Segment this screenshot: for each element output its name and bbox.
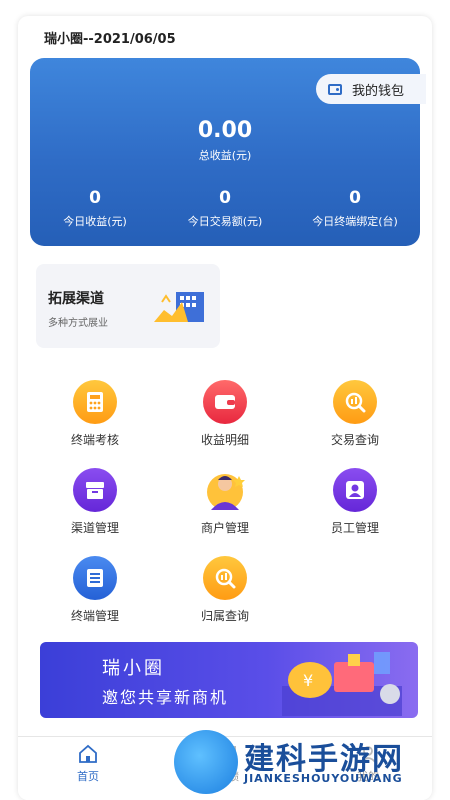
today-terminals-label: 今日终端绑定(台) (312, 215, 398, 228)
page-title: 瑞小圈--2021/06/05 (44, 32, 176, 47)
menu-attribution-query[interactable]: 归属查询 (165, 556, 285, 624)
promo-banner[interactable]: 瑞小圈 邀您共享新商机 ¥ (40, 642, 418, 718)
tab-label: 首页 (77, 770, 99, 783)
menu-merchant-management[interactable]: 商户管理 (165, 468, 285, 536)
menu-label: 终端管理 (70, 609, 119, 623)
menu-channel-management[interactable]: 渠道管理 (35, 468, 155, 536)
menu-label: 渠道管理 (70, 521, 119, 535)
calculator-icon (73, 380, 117, 424)
watermark-subtext: JIANKESHOUYOUWANG (244, 772, 403, 785)
svg-text:¥: ¥ (303, 671, 313, 690)
menu-transaction-query[interactable]: 交易查询 (295, 380, 415, 448)
search-chart-icon (203, 556, 247, 600)
today-transactions-label: 今日交易额(元) (187, 215, 263, 228)
tab-home[interactable]: 首页 (38, 743, 138, 784)
wallet-icon (328, 83, 342, 95)
menu-terminal-assessment[interactable]: 终端考核 (35, 380, 155, 448)
merchant-icon (203, 468, 247, 512)
menu-label: 员工管理 (330, 521, 379, 535)
today-earnings-stat: 0 今日收益(元) (30, 188, 160, 229)
wallet-icon (203, 380, 247, 424)
menu-earnings-detail[interactable]: 收益明细 (165, 380, 285, 448)
expand-channel-subtitle: 多种方式展业 (48, 318, 108, 329)
total-earnings-label: 总收益(元) (198, 149, 252, 162)
menu-staff-management[interactable]: 员工管理 (295, 468, 415, 536)
search-chart-icon (333, 380, 377, 424)
box-icon (73, 468, 117, 512)
today-earnings-label: 今日收益(元) (63, 215, 127, 228)
site-watermark: 建科手游网 JIANKESHOUYOUWANG (170, 726, 450, 800)
growth-chart-icon (154, 292, 204, 322)
today-terminals-value: 0 (349, 188, 361, 208)
my-wallet-label: 我的钱包 (352, 83, 405, 99)
expand-channel-card[interactable]: 拓展渠道 多种方式展业 (36, 264, 220, 348)
today-transactions-value: 0 (219, 188, 231, 208)
menu-terminal-management[interactable]: 终端管理 (35, 556, 155, 624)
earnings-card: 我的钱包 0.00 总收益(元) 0 今日收益(元) 0 今日交易额(元) 0 … (30, 58, 426, 246)
app-screen: 瑞小圈--2021/06/05 我的钱包 0.00 总收益(元) 0 今日收益(… (18, 16, 432, 800)
user-icon (333, 468, 377, 512)
total-earnings-value: 0.00 (197, 118, 253, 143)
my-wallet-button[interactable]: 我的钱包 (316, 74, 426, 104)
today-earnings-value: 0 (89, 188, 101, 208)
banner-subtitle: 邀您共享新商机 (102, 688, 229, 707)
document-icon (73, 556, 117, 600)
coin-illustration: ¥ (282, 652, 402, 716)
today-terminals-stat: 0 今日终端绑定(台) (290, 188, 420, 229)
expand-channel-title: 拓展渠道 (48, 291, 104, 307)
menu-label: 终端考核 (70, 433, 119, 447)
menu-label: 交易查询 (330, 433, 379, 447)
menu-label: 商户管理 (200, 521, 249, 535)
banner-title: 瑞小圈 (102, 658, 165, 679)
menu-label: 归属查询 (200, 609, 249, 623)
watermark-logo-icon (174, 730, 238, 794)
menu-label: 收益明细 (200, 433, 249, 447)
home-icon (79, 744, 97, 763)
today-transactions-stat: 0 今日交易额(元) (160, 188, 290, 229)
